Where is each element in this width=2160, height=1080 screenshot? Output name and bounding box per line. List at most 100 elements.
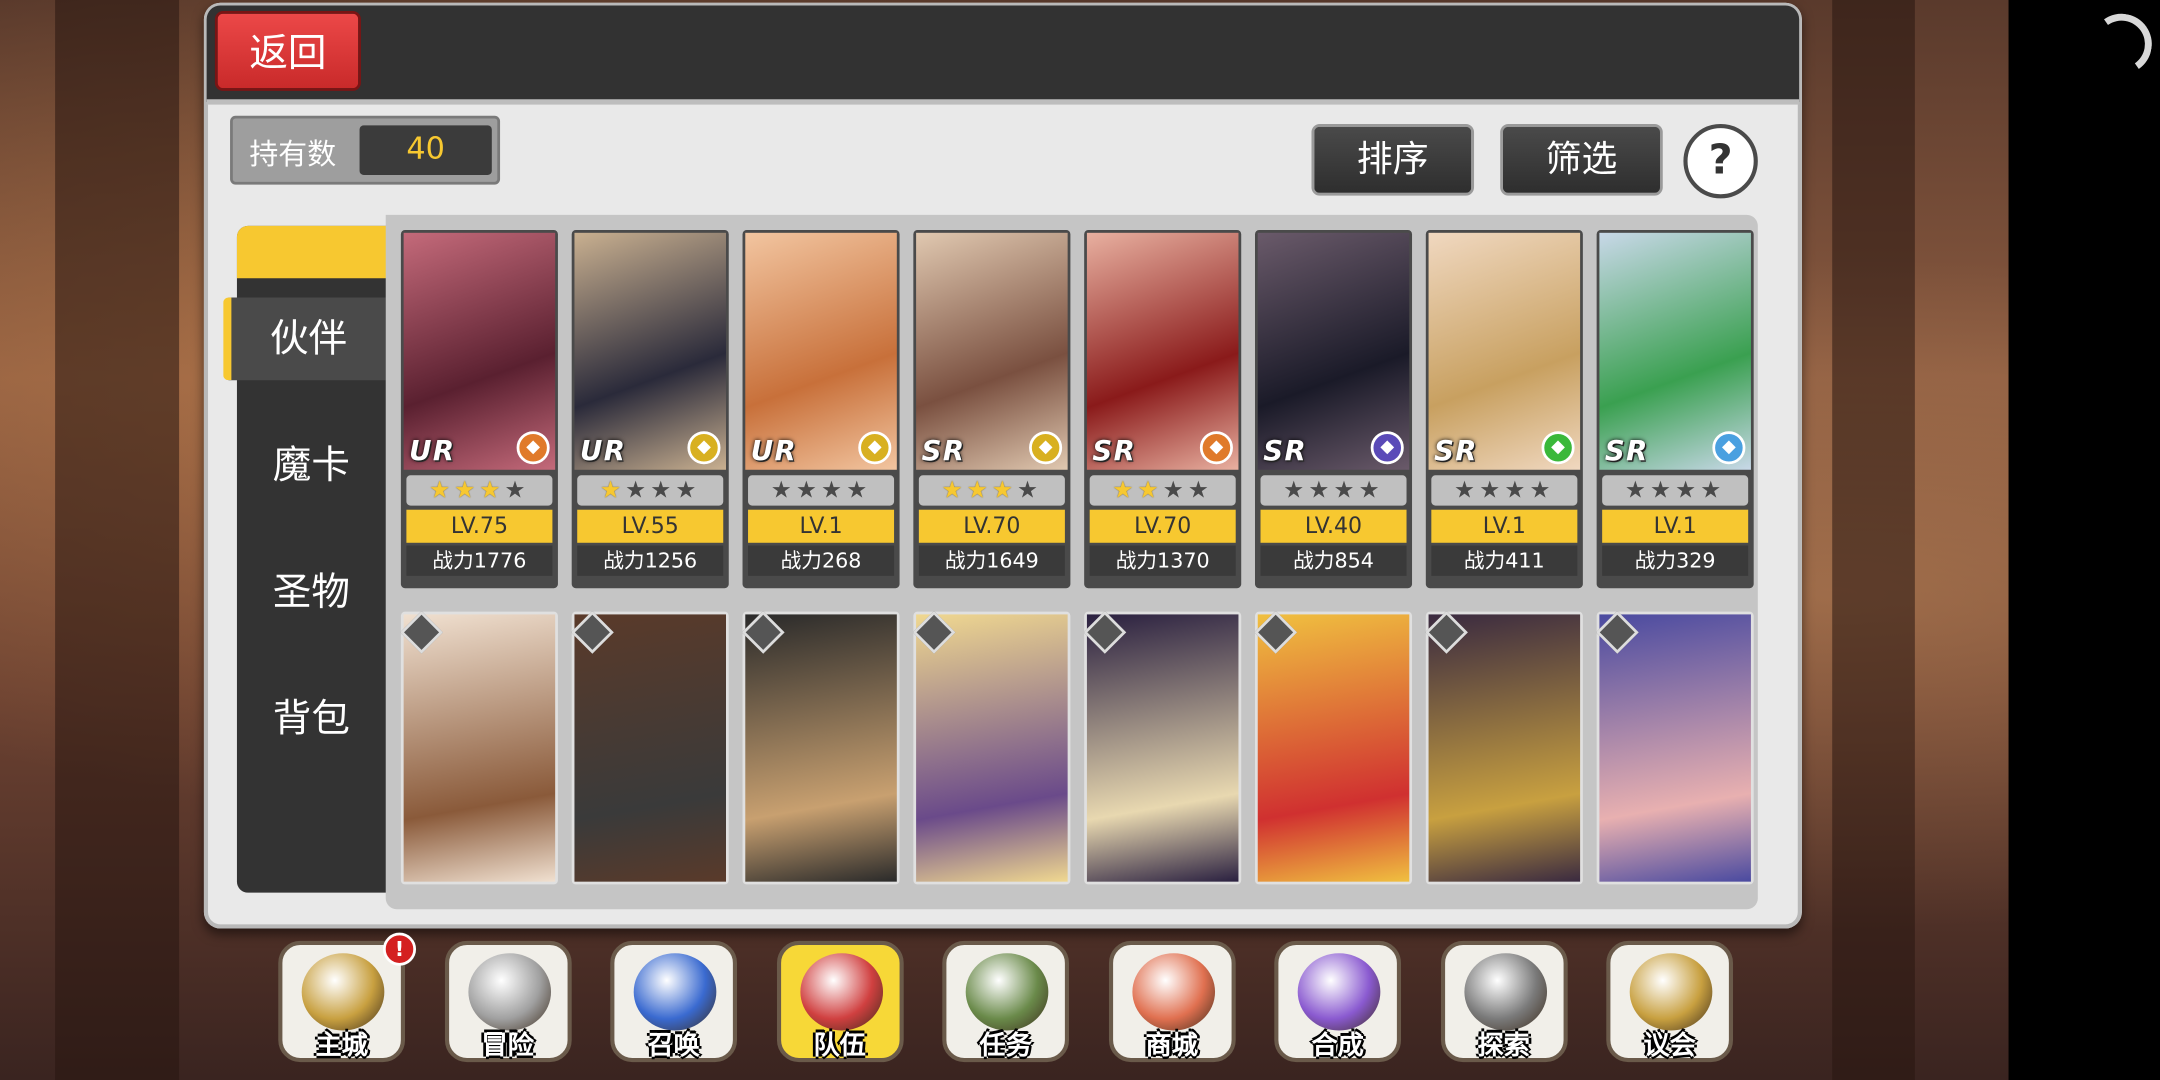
star-icon: ★ [1308,476,1334,505]
nav-compass[interactable]: 探索 [1440,940,1568,1063]
nav-shop[interactable]: 商城 [1108,940,1236,1063]
back-button[interactable]: 返回 [214,11,361,91]
nav-book[interactable]: 任务 [942,940,1070,1063]
level-label: LV.1 [1602,509,1749,543]
help-button[interactable]: ? [1683,123,1758,199]
rarity-badge: SR [1604,433,1649,468]
star-icon: ★ [479,476,505,505]
character-portrait [1257,614,1410,882]
star-icon: ★ [454,476,480,505]
wing-icon: ◆ [1712,431,1746,465]
owned-count-label: 持有数 [249,137,337,171]
partner-card-locked[interactable] [400,611,558,885]
filter-button[interactable]: 筛选 [1500,123,1663,196]
sort-button[interactable]: 排序 [1311,123,1475,196]
star-rating: ★★★★ [577,475,724,506]
nav-label: 召唤 [647,1030,700,1061]
star-icon: ★ [675,476,701,505]
star-icon: ★ [1333,476,1359,505]
star-icon: ★ [1650,476,1676,505]
nav-label: 队伍 [813,1030,866,1061]
partner-card-locked[interactable] [1425,611,1583,885]
nav-label: 冒险 [481,1030,534,1061]
power-label: 战力1649 [918,545,1065,576]
rarity-badge: UR [409,433,456,468]
axe-icon: ◆ [516,431,550,465]
rarity-badge: SR [1434,433,1478,468]
star-icon: ★ [846,476,872,505]
nav-label: 探索 [1477,1030,1530,1061]
star-icon: ★ [1454,476,1480,505]
star-icon: ★ [1504,476,1530,505]
power-label: 战力411 [1431,545,1578,576]
book-icon [965,953,1049,1031]
partner-card-locked[interactable] [913,611,1071,885]
partner-card-locked[interactable] [1254,611,1413,885]
star-icon: ★ [1137,476,1163,505]
rarity-badge: SR [921,433,966,468]
star-icon: ★ [1187,476,1213,505]
partner-card[interactable]: UR ◆ ★★★★ LV.55 战力1256 [571,230,729,589]
level-label: LV.70 [918,509,1065,543]
bow-icon: ◆ [1029,431,1063,465]
star-icon: ★ [504,476,530,505]
alert-badge: ! [382,932,417,966]
partner-card-locked[interactable] [742,611,900,885]
power-label: 战力854 [1260,545,1407,576]
tab-partners[interactable]: 伙伴 [223,297,386,381]
nav-potion[interactable]: 合成 [1274,940,1402,1063]
tab-magic-cards[interactable]: 魔卡 [237,424,386,507]
partner-card[interactable]: SR ◆ ★★★★ LV.70 战力1649 [913,230,1071,589]
nav-label: 任务 [979,1030,1032,1061]
leaf-icon: ◆ [1541,431,1575,465]
axe-icon: ◆ [1199,431,1233,465]
power-label: 战力1776 [406,545,553,576]
star-rating: ★★★★ [748,475,895,506]
star-icon: ★ [1479,476,1505,505]
character-portrait [916,614,1068,882]
partner-card-locked[interactable] [1084,611,1242,885]
council-icon [1629,953,1713,1031]
star-icon: ★ [1162,476,1188,505]
star-icon: ★ [966,476,992,505]
power-label: 战力268 [748,545,895,576]
swords-icon [467,953,551,1031]
power-label: 战力1370 [1089,545,1236,576]
owned-count-value: 40 [359,125,492,175]
shield-icon: ◆ [1370,431,1404,465]
star-icon: ★ [599,476,626,505]
nav-swords[interactable]: 冒险 [444,940,572,1063]
crown-icon [301,953,385,1031]
owned-count-box: 持有数 40 [230,115,501,185]
tab-backpack[interactable]: 背包 [237,678,386,761]
partner-card-locked[interactable] [1596,611,1754,885]
partner-card[interactable]: SR ◆ ★★★★ LV.1 战力329 [1596,230,1754,589]
partner-card[interactable]: UR ◆ ★★★★ LV.75 战力1776 [400,230,558,589]
star-icon: ★ [991,476,1018,505]
level-label: LV.1 [1431,509,1578,543]
shop-icon [1131,953,1215,1031]
partner-card[interactable]: SR ◆ ★★★★ LV.1 战力411 [1425,230,1583,589]
tab-relics[interactable]: 圣物 [237,551,386,634]
star-icon: ★ [1624,476,1651,505]
cross-icon: ◆ [858,431,892,465]
partner-card[interactable]: SR ◆ ★★★★ LV.40 战力854 [1254,230,1413,589]
star-icon: ★ [1112,476,1138,505]
letterbox-bar [2008,0,2160,1080]
level-label: LV.40 [1260,509,1407,543]
nav-card[interactable]: 召唤 [610,940,738,1063]
partner-card[interactable]: SR ◆ ★★★★ LV.70 战力1370 [1084,230,1242,589]
level-label: LV.55 [577,509,724,543]
character-portrait [574,614,726,882]
level-label: LV.75 [406,509,553,543]
nav-council[interactable]: 议会 [1606,940,1734,1063]
card-icon [633,953,717,1031]
nav-emblem[interactable]: 队伍 [776,940,904,1063]
partner-card[interactable]: UR ◆ ★★★★ LV.1 战力268 [742,230,900,589]
level-label: LV.1 [748,509,895,543]
rarity-badge: UR [579,433,627,468]
star-icon: ★ [625,476,651,505]
character-portrait [1086,614,1239,882]
partner-card-locked[interactable] [571,611,729,885]
star-rating: ★★★★ [1431,475,1578,506]
